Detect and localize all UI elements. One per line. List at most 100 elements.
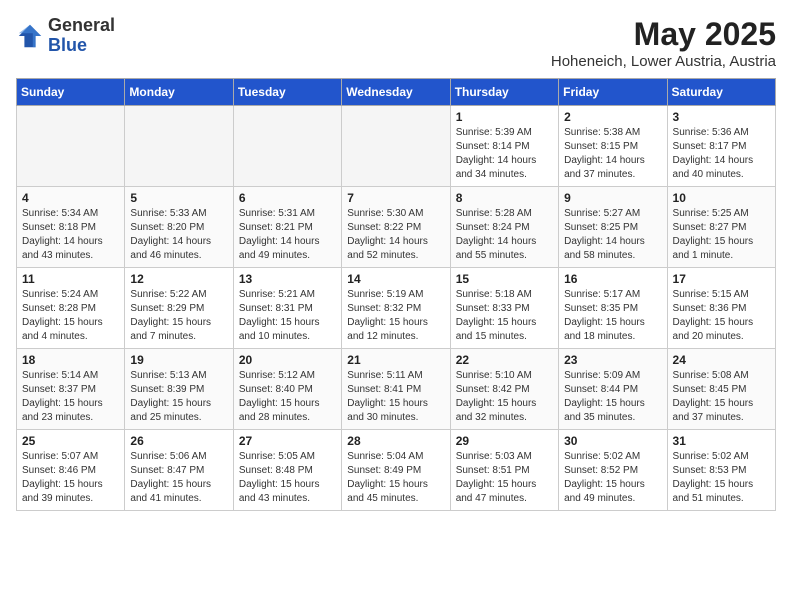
calendar-day-cell: 3 Sunrise: 5:36 AM Sunset: 8:17 PM Daylig… — [667, 106, 775, 187]
day-number: 25 — [22, 434, 119, 448]
day-number: 18 — [22, 353, 119, 367]
day-number: 1 — [456, 110, 553, 124]
calendar-table: SundayMondayTuesdayWednesdayThursdayFrid… — [16, 78, 776, 511]
logo-text: General Blue — [48, 16, 115, 56]
title-location: Hoheneich, Lower Austria, Austria — [551, 53, 776, 70]
weekday-header: Sunday — [17, 79, 125, 106]
calendar-day-cell: 8 Sunrise: 5:28 AM Sunset: 8:24 PM Daylig… — [450, 187, 558, 268]
day-info: Sunrise: 5:02 AM Sunset: 8:53 PM Dayligh… — [673, 450, 770, 506]
day-number: 14 — [347, 272, 444, 286]
logo-blue-label: Blue — [48, 36, 115, 56]
title-block: May 2025 Hoheneich, Lower Austria, Austr… — [551, 16, 776, 70]
calendar-day-cell: 30Sunrise: 5:02 AM Sunset: 8:52 PM Dayli… — [559, 430, 667, 511]
calendar-day-cell: 20 Sunrise: 5:12 AM Sunset: 8:40 PM Dayli… — [233, 349, 341, 430]
day-info: Sunrise: 5:08 AM Sunset: 8:45 PM Dayligh… — [673, 369, 770, 425]
calendar-day-cell: 15Sunrise: 5:18 AM Sunset: 8:33 PM Dayli… — [450, 268, 558, 349]
day-info: Sunrise: 5:17 AM Sunset: 8:35 PM Dayligh… — [564, 288, 661, 344]
calendar-day-cell: 21 Sunrise: 5:11 AM Sunset: 8:41 PM Dayli… — [342, 349, 450, 430]
day-number: 24 — [673, 353, 770, 367]
calendar-day-cell: 5 Sunrise: 5:33 AM Sunset: 8:20 PM Daylig… — [125, 187, 233, 268]
calendar-week-row: 25Sunrise: 5:07 AM Sunset: 8:46 PM Dayli… — [17, 430, 776, 511]
day-number: 21 — [347, 353, 444, 367]
day-info: Sunrise: 5:03 AM Sunset: 8:51 PM Dayligh… — [456, 450, 553, 506]
day-info: Sunrise: 5:22 AM Sunset: 8:29 PM Dayligh… — [130, 288, 227, 344]
calendar-week-row: 18 Sunrise: 5:14 AM Sunset: 8:37 PM Dayli… — [17, 349, 776, 430]
day-number: 12 — [130, 272, 227, 286]
day-number: 5 — [130, 191, 227, 205]
day-info: Sunrise: 5:30 AM Sunset: 8:22 PM Dayligh… — [347, 207, 444, 263]
calendar-day-cell: 19 Sunrise: 5:13 AM Sunset: 8:39 PM Dayli… — [125, 349, 233, 430]
day-info: Sunrise: 5:31 AM Sunset: 8:21 PM Dayligh… — [239, 207, 336, 263]
day-info: Sunrise: 5:02 AM Sunset: 8:52 PM Dayligh… — [564, 450, 661, 506]
day-number: 13 — [239, 272, 336, 286]
calendar-day-cell: 4 Sunrise: 5:34 AM Sunset: 8:18 PM Daylig… — [17, 187, 125, 268]
day-info: Sunrise: 5:14 AM Sunset: 8:37 PM Dayligh… — [22, 369, 119, 425]
day-number: 6 — [239, 191, 336, 205]
day-info: Sunrise: 5:33 AM Sunset: 8:20 PM Dayligh… — [130, 207, 227, 263]
calendar-day-cell — [342, 106, 450, 187]
day-number: 4 — [22, 191, 119, 205]
day-number: 16 — [564, 272, 661, 286]
calendar-day-cell: 31Sunrise: 5:02 AM Sunset: 8:53 PM Dayli… — [667, 430, 775, 511]
day-number: 7 — [347, 191, 444, 205]
page-header: General Blue May 2025 Hoheneich, Lower A… — [16, 16, 776, 70]
day-info: Sunrise: 5:34 AM Sunset: 8:18 PM Dayligh… — [22, 207, 119, 263]
day-info: Sunrise: 5:13 AM Sunset: 8:39 PM Dayligh… — [130, 369, 227, 425]
calendar-day-cell: 12 Sunrise: 5:22 AM Sunset: 8:29 PM Dayli… — [125, 268, 233, 349]
weekday-header: Monday — [125, 79, 233, 106]
calendar-day-cell: 16 Sunrise: 5:17 AM Sunset: 8:35 PM Dayli… — [559, 268, 667, 349]
day-info: Sunrise: 5:28 AM Sunset: 8:24 PM Dayligh… — [456, 207, 553, 263]
day-info: Sunrise: 5:05 AM Sunset: 8:48 PM Dayligh… — [239, 450, 336, 506]
logo-general-label: General — [48, 16, 115, 36]
day-info: Sunrise: 5:36 AM Sunset: 8:17 PM Dayligh… — [673, 126, 770, 182]
weekday-header: Friday — [559, 79, 667, 106]
day-number: 2 — [564, 110, 661, 124]
calendar-day-cell: 27Sunrise: 5:05 AM Sunset: 8:48 PM Dayli… — [233, 430, 341, 511]
day-number: 22 — [456, 353, 553, 367]
calendar-day-cell: 6 Sunrise: 5:31 AM Sunset: 8:21 PM Daylig… — [233, 187, 341, 268]
calendar-day-cell: 17Sunrise: 5:15 AM Sunset: 8:36 PM Dayli… — [667, 268, 775, 349]
day-info: Sunrise: 5:09 AM Sunset: 8:44 PM Dayligh… — [564, 369, 661, 425]
day-info: Sunrise: 5:10 AM Sunset: 8:42 PM Dayligh… — [456, 369, 553, 425]
day-number: 3 — [673, 110, 770, 124]
weekday-header: Saturday — [667, 79, 775, 106]
day-number: 26 — [130, 434, 227, 448]
calendar-day-cell: 29 Sunrise: 5:03 AM Sunset: 8:51 PM Dayli… — [450, 430, 558, 511]
calendar-day-cell — [125, 106, 233, 187]
weekday-header: Tuesday — [233, 79, 341, 106]
calendar-day-cell: 28 Sunrise: 5:04 AM Sunset: 8:49 PM Dayli… — [342, 430, 450, 511]
day-number: 20 — [239, 353, 336, 367]
day-number: 17 — [673, 272, 770, 286]
day-info: Sunrise: 5:19 AM Sunset: 8:32 PM Dayligh… — [347, 288, 444, 344]
day-info: Sunrise: 5:25 AM Sunset: 8:27 PM Dayligh… — [673, 207, 770, 263]
day-number: 8 — [456, 191, 553, 205]
calendar-week-row: 11 Sunrise: 5:24 AM Sunset: 8:28 PM Dayli… — [17, 268, 776, 349]
title-month: May 2025 — [551, 16, 776, 53]
day-info: Sunrise: 5:38 AM Sunset: 8:15 PM Dayligh… — [564, 126, 661, 182]
calendar-day-cell: 7 Sunrise: 5:30 AM Sunset: 8:22 PM Daylig… — [342, 187, 450, 268]
calendar-header-row: SundayMondayTuesdayWednesdayThursdayFrid… — [17, 79, 776, 106]
calendar-day-cell — [233, 106, 341, 187]
calendar-day-cell: 13Sunrise: 5:21 AM Sunset: 8:31 PM Dayli… — [233, 268, 341, 349]
weekday-header: Wednesday — [342, 79, 450, 106]
calendar-day-cell: 11 Sunrise: 5:24 AM Sunset: 8:28 PM Dayli… — [17, 268, 125, 349]
day-info: Sunrise: 5:12 AM Sunset: 8:40 PM Dayligh… — [239, 369, 336, 425]
calendar-day-cell: 18 Sunrise: 5:14 AM Sunset: 8:37 PM Dayli… — [17, 349, 125, 430]
day-number: 19 — [130, 353, 227, 367]
calendar-week-row: 1 Sunrise: 5:39 AM Sunset: 8:14 PM Daylig… — [17, 106, 776, 187]
calendar-week-row: 4 Sunrise: 5:34 AM Sunset: 8:18 PM Daylig… — [17, 187, 776, 268]
day-number: 28 — [347, 434, 444, 448]
calendar-day-cell: 9Sunrise: 5:27 AM Sunset: 8:25 PM Daylig… — [559, 187, 667, 268]
day-info: Sunrise: 5:24 AM Sunset: 8:28 PM Dayligh… — [22, 288, 119, 344]
day-info: Sunrise: 5:39 AM Sunset: 8:14 PM Dayligh… — [456, 126, 553, 182]
calendar-day-cell: 14 Sunrise: 5:19 AM Sunset: 8:32 PM Dayli… — [342, 268, 450, 349]
day-number: 9 — [564, 191, 661, 205]
day-info: Sunrise: 5:04 AM Sunset: 8:49 PM Dayligh… — [347, 450, 444, 506]
day-info: Sunrise: 5:11 AM Sunset: 8:41 PM Dayligh… — [347, 369, 444, 425]
calendar-day-cell: 23Sunrise: 5:09 AM Sunset: 8:44 PM Dayli… — [559, 349, 667, 430]
day-info: Sunrise: 5:06 AM Sunset: 8:47 PM Dayligh… — [130, 450, 227, 506]
calendar-day-cell — [17, 106, 125, 187]
day-number: 29 — [456, 434, 553, 448]
day-number: 11 — [22, 272, 119, 286]
calendar-day-cell: 2 Sunrise: 5:38 AM Sunset: 8:15 PM Daylig… — [559, 106, 667, 187]
